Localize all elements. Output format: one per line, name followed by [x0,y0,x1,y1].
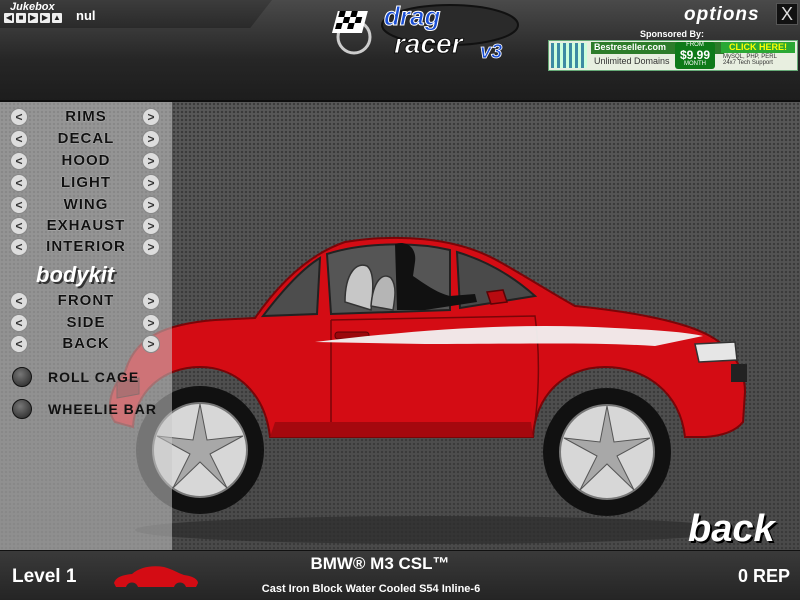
jukebox-panel: Jukebox ◀ ■ ▶ ▶ ▲ nul [0,0,272,28]
rims-prev-button[interactable]: < [10,108,28,126]
decal-next-button[interactable]: > [142,130,160,148]
top-bar: Jukebox ◀ ■ ▶ ▶ ▲ nul drag racer v3 opti… [0,0,800,102]
up-icon[interactable]: ▲ [52,13,62,23]
side-prev-button[interactable]: < [10,314,28,332]
menu-label-rims: RIMS [65,108,107,125]
server-graphic-icon [551,43,587,68]
menu-label-hood: HOOD [61,152,111,169]
sponsor-tagline: Unlimited Domains [594,56,670,66]
sponsor-price: $9.99 [679,48,711,62]
roll-cage-label: ROLL CAGE [48,369,140,385]
hood-prev-button[interactable]: < [10,152,28,170]
back-part-next-button[interactable]: > [142,335,160,353]
game-screen: Jukebox ◀ ■ ▶ ▶ ▲ nul drag racer v3 opti… [0,0,800,600]
light-prev-button[interactable]: < [10,174,28,192]
side-next-button[interactable]: > [142,314,160,332]
sponsor-feature: 24x7 Tech Support [723,60,773,66]
close-button[interactable]: X [776,3,798,25]
logo-racer: racer [394,28,465,59]
logo-drag: drag [384,3,440,31]
sponsor-features: MySQL, PHP, PERL 24x7 Tech Support [723,54,777,66]
next-icon[interactable]: ▶ [40,13,50,23]
wheelie-bar-radio[interactable] [12,399,32,419]
menu-row-exhaust: < EXHAUST > [10,216,162,236]
prev-icon[interactable]: ◀ [4,13,14,23]
menu-label-interior: INTERIOR [46,238,126,255]
wing-next-button[interactable]: > [142,196,160,214]
wing-prev-button[interactable]: < [10,196,28,214]
front-prev-button[interactable]: < [10,292,28,310]
car-preview [108,236,747,544]
menu-row-rims: < RIMS > [10,107,162,127]
roll-cage-radio[interactable] [12,367,32,387]
bodykit-heading: bodykit [36,262,115,287]
decal-prev-button[interactable]: < [10,130,28,148]
track-name: nul [76,8,96,23]
front-next-button[interactable]: > [142,292,160,310]
menu-row-interior: < INTERIOR > [10,237,162,257]
back-button[interactable]: back [688,508,775,551]
logo-version: v3 [480,41,502,63]
rep-label: 0 REP [737,566,790,586]
car-name: BMW® M3 CSL™ [310,554,450,573]
car-engine: Cast Iron Block Water Cooled S54 Inline-… [261,583,481,595]
sponsor-month: MONTH [684,61,706,67]
checkered-flag-icon [332,11,372,55]
menu-row-front: < FRONT > [10,291,162,311]
wheelie-bar-label: WHEELIE BAR [48,401,157,417]
sponsor-price-box: FROM $9.99 MONTH [675,42,715,69]
menu-label-front: FRONT [57,292,115,309]
light-next-button[interactable]: > [142,174,160,192]
drag-racer-logo: drag racer v3 [332,3,519,63]
menu-row-side: < SIDE > [10,313,162,333]
menu-label-wing: WING [63,196,109,213]
back-part-prev-button[interactable]: < [10,335,28,353]
menu-label-light: LIGHT [61,174,111,191]
menu-row-light: < LIGHT > [10,173,162,193]
sponsor-cta[interactable]: CLICK HERE! [721,42,795,53]
menu-row-decal: < DECAL > [10,129,162,149]
sponsor-banner[interactable]: Bestreseller.com Unlimited Domains FROM … [548,40,798,71]
stop-icon[interactable]: ■ [16,13,26,23]
menu-row-hood: < HOOD > [10,151,162,171]
garage-view: < RIMS > < DECAL > < HOOD > < LIGHT > < [0,102,800,550]
interior-prev-button[interactable]: < [10,238,28,256]
customization-menu: < RIMS > < DECAL > < HOOD > < LIGHT > < [0,102,172,550]
jukebox-controls: ◀ ■ ▶ ▶ ▲ [4,13,62,23]
interior-next-button[interactable]: > [142,238,160,256]
menu-label-decal: DECAL [57,130,115,147]
menu-label-side: SIDE [66,314,106,331]
wheelie-bar-toggle[interactable]: WHEELIE BAR [12,398,172,420]
sponsor-label: Sponsored By: [640,29,705,39]
menu-row-wing: < WING > [10,195,162,215]
roll-cage-toggle[interactable]: ROLL CAGE [12,366,172,388]
menu-label-exhaust: EXHAUST [46,217,126,234]
exhaust-prev-button[interactable]: < [10,217,28,235]
options-button[interactable]: options [684,4,760,26]
menu-row-back: < BACK > [10,334,162,354]
rims-next-button[interactable]: > [142,108,160,126]
bottom-bar: Level 1 BMW® M3 CSL™ Cast Iron Block Wat… [0,550,800,600]
exhaust-next-button[interactable]: > [142,217,160,235]
menu-label-back: BACK [62,335,110,352]
front-wheel [543,388,671,516]
play-icon[interactable]: ▶ [28,13,38,23]
jukebox-title: Jukebox [10,1,55,13]
hood-next-button[interactable]: > [142,152,160,170]
